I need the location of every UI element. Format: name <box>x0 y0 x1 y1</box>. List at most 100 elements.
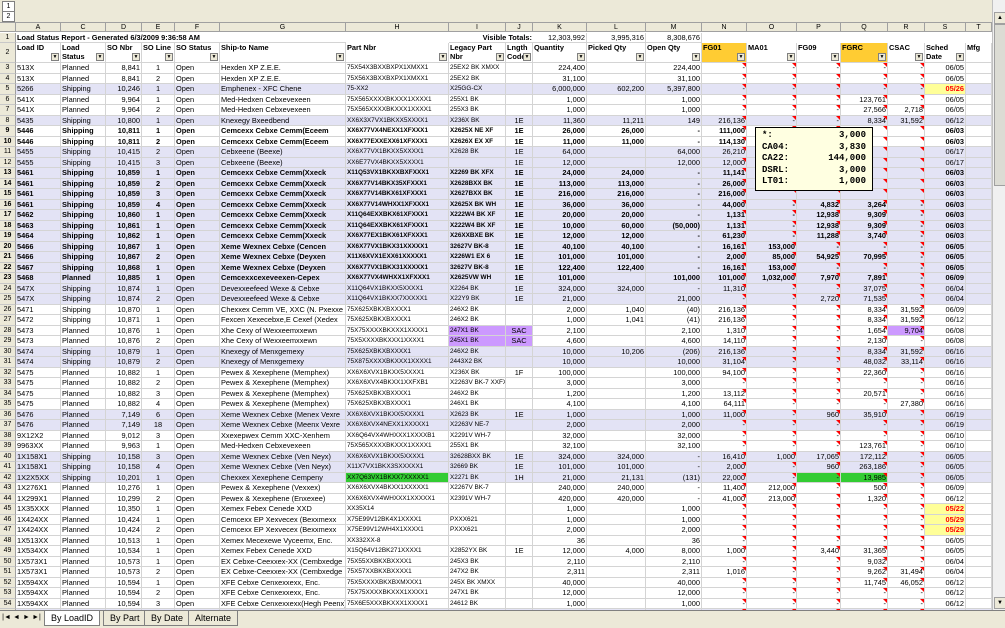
cell-f[interactable]: Open <box>175 514 220 525</box>
cell-e[interactable]: 2 <box>142 105 175 116</box>
cell-t[interactable] <box>966 441 992 452</box>
cell-j[interactable]: 1E <box>506 220 533 231</box>
cell-i[interactable]: X2267V BK-7 <box>449 483 506 494</box>
cell-j[interactable] <box>506 504 533 515</box>
cell-o[interactable]: - <box>747 115 797 126</box>
cell-d[interactable]: 10,868 <box>106 262 142 273</box>
cell-p[interactable]: - <box>797 63 841 74</box>
cell-t[interactable] <box>966 241 992 252</box>
cell-n[interactable]: - <box>702 84 747 95</box>
cell-g[interactable]: Xeme Wexnex Cebxe (Cencen <box>220 241 346 252</box>
cell-i[interactable]: X22Y9 BK <box>449 294 506 305</box>
cell-c[interactable]: Planned <box>61 441 106 452</box>
cell-i[interactable]: 24612 BK <box>449 598 506 609</box>
cell-d[interactable]: 10,573 <box>106 567 142 578</box>
cell-i[interactable]: X25GG-CX <box>449 84 506 95</box>
cell-g[interactable]: Fexcen Xexecebxe,E Cexef (Xedex <box>220 315 346 326</box>
cell-a[interactable]: 541X <box>16 105 61 116</box>
cell-g[interactable]: Xemex Mecexewe Vyceemx, Enc. <box>220 535 346 546</box>
cell-a[interactable]: 5473 <box>16 325 61 336</box>
cell-q[interactable]: - <box>841 430 888 441</box>
cell-i[interactable]: X2263V NE-7 <box>449 420 506 431</box>
cell-n[interactable]: - <box>702 430 747 441</box>
cell-e[interactable]: 2 <box>142 147 175 158</box>
cell-m[interactable]: 1,200 <box>646 388 702 399</box>
row-number[interactable]: 49 <box>0 546 16 557</box>
cell-s[interactable]: 06/05 <box>925 241 966 252</box>
cell-t[interactable] <box>966 210 992 221</box>
cell-q[interactable]: 2,130 <box>841 336 888 347</box>
cell-g[interactable]: Med-Hedxen Cebxevexeen <box>220 105 346 116</box>
cell-d[interactable]: 10,882 <box>106 367 142 378</box>
cell-s[interactable]: 05/29 <box>925 525 966 536</box>
cell-l[interactable] <box>587 588 646 599</box>
cell-l[interactable] <box>587 504 646 515</box>
cell-k[interactable]: 1,000 <box>533 514 587 525</box>
cell-a[interactable]: 1X2X5XX <box>16 472 61 483</box>
cell-n[interactable]: 216,136 <box>702 315 747 326</box>
cell-g[interactable]: Cebxeene (Beexe) <box>220 157 346 168</box>
cell-s[interactable]: 06/10 <box>925 441 966 452</box>
cell-n[interactable]: 12,000 <box>702 157 747 168</box>
cell-n[interactable]: - <box>702 514 747 525</box>
cell-c[interactable]: Shipping <box>61 199 106 210</box>
cell-k[interactable]: 40,100 <box>533 241 587 252</box>
cell-e[interactable]: 1 <box>142 514 175 525</box>
row-number[interactable]: 29 <box>0 336 16 347</box>
cell-o[interactable]: - <box>747 94 797 105</box>
cell-l[interactable] <box>587 94 646 105</box>
cell-i[interactable]: X2391V WH-7 <box>449 493 506 504</box>
cell-o[interactable]: - <box>747 409 797 420</box>
cell-j[interactable]: 1E <box>506 168 533 179</box>
cell-p[interactable]: - <box>797 241 841 252</box>
cell-n[interactable]: 11,310 <box>702 283 747 294</box>
cell-c[interactable]: Planned <box>61 430 106 441</box>
cell-k[interactable]: 12,000 <box>533 231 587 242</box>
cell-n[interactable]: - <box>702 441 747 452</box>
cell-g[interactable]: Xeme Wexnex Cebxe (Meenx Vexre <box>220 420 346 431</box>
cell-m[interactable]: 1,000 <box>646 94 702 105</box>
cell-o[interactable]: 85,000 <box>747 252 797 263</box>
cell-a[interactable]: 5476 <box>16 420 61 431</box>
cell-d[interactable]: 9,964 <box>106 105 142 116</box>
row-number[interactable]: 7 <box>0 105 16 116</box>
cell-m[interactable]: 31,100 <box>646 73 702 84</box>
cell-d[interactable]: 8,841 <box>106 63 142 74</box>
cell-g[interactable]: Xemex Febex Cenede XXD <box>220 504 346 515</box>
cell-q[interactable]: 13,985 <box>841 472 888 483</box>
cell-g[interactable]: Cemcexx Cebxe Cemm(Xxeck <box>220 168 346 179</box>
row-number[interactable]: 4 <box>0 73 16 84</box>
cell-o[interactable]: - <box>747 598 797 609</box>
cell-o[interactable]: - <box>747 441 797 452</box>
row-number[interactable]: 39 <box>0 441 16 452</box>
cell-s[interactable]: 06/16 <box>925 399 966 410</box>
cell-m[interactable]: 1,000 <box>646 504 702 515</box>
cell-p[interactable]: - <box>797 472 841 483</box>
cell-s[interactable]: 06/12 <box>925 598 966 609</box>
cell-i[interactable]: X2271 BK <box>449 472 506 483</box>
cell-f[interactable]: Open <box>175 210 220 221</box>
cell-h[interactable]: X75E99V12WH4X1XXXX1 <box>346 525 449 536</box>
cell-g[interactable]: Pewex & Xexephene (Memphex) <box>220 399 346 410</box>
cell-e[interactable]: 1 <box>142 504 175 515</box>
cell-f[interactable]: Open <box>175 336 220 347</box>
cell-g[interactable]: Cemcexx Cebxe Cemm(Eceem <box>220 136 346 147</box>
column-header-p[interactable]: P <box>797 23 841 32</box>
cell-n[interactable]: - <box>702 94 747 105</box>
cell-l[interactable] <box>587 567 646 578</box>
cell-h[interactable]: XX6X77VX4WHXX1XFXXX1 <box>346 273 449 284</box>
cell-d[interactable]: 10,882 <box>106 378 142 389</box>
cell-h[interactable]: 75X54X3BXXBXPX1XMXX1 <box>346 63 449 74</box>
cell-c[interactable]: Planned <box>61 556 106 567</box>
cell-i[interactable]: X2264 BK <box>449 283 506 294</box>
prev-sheet-arrow-icon[interactable]: ◄ <box>12 613 21 623</box>
cell-p[interactable]: - <box>797 493 841 504</box>
cell-s[interactable]: 06/05 <box>925 535 966 546</box>
cell-a[interactable]: 1X35XXX <box>16 504 61 515</box>
cell-c[interactable]: Planned <box>61 409 106 420</box>
cell-d[interactable]: 9,963 <box>106 441 142 452</box>
cell-m[interactable]: - <box>646 231 702 242</box>
cell-q[interactable]: 123,761 <box>841 441 888 452</box>
autofilter-dropdown-icon[interactable]: ▼ <box>496 53 504 61</box>
cell-t[interactable] <box>966 136 992 147</box>
